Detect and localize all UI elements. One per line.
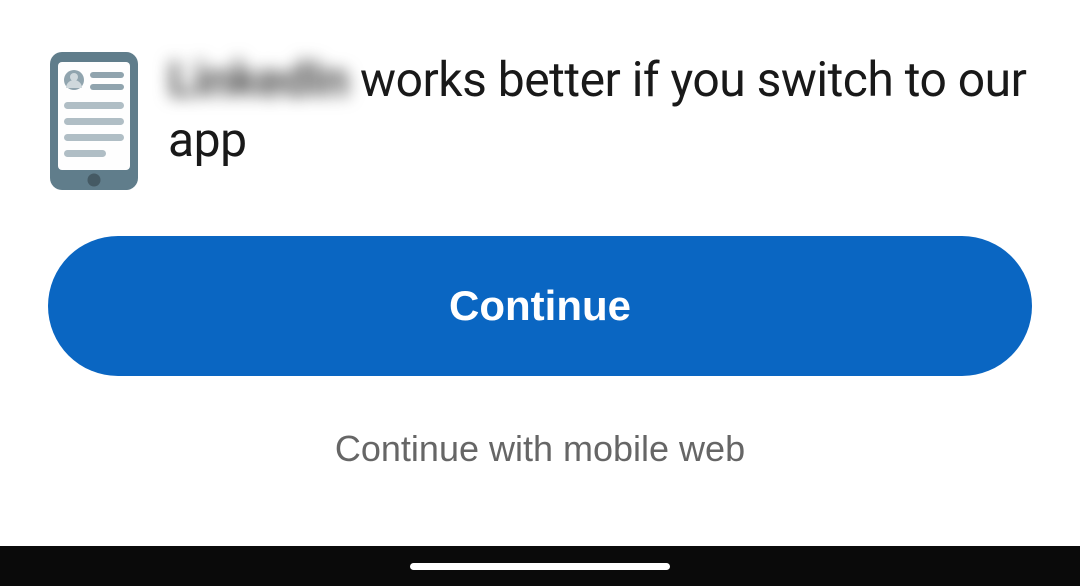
phone-app-icon	[48, 50, 140, 192]
banner-header: LinkedIn works better if you switch to o…	[48, 50, 1032, 192]
app-switch-banner: LinkedIn works better if you switch to o…	[0, 0, 1080, 478]
continue-mobile-web-link[interactable]: Continue with mobile web	[48, 420, 1032, 478]
brand-name: LinkedIn	[168, 50, 349, 110]
system-nav-bar	[0, 546, 1080, 586]
home-indicator[interactable]	[410, 563, 670, 570]
continue-button[interactable]: Continue	[48, 236, 1032, 376]
banner-headline: LinkedIn works better if you switch to o…	[168, 50, 1032, 170]
